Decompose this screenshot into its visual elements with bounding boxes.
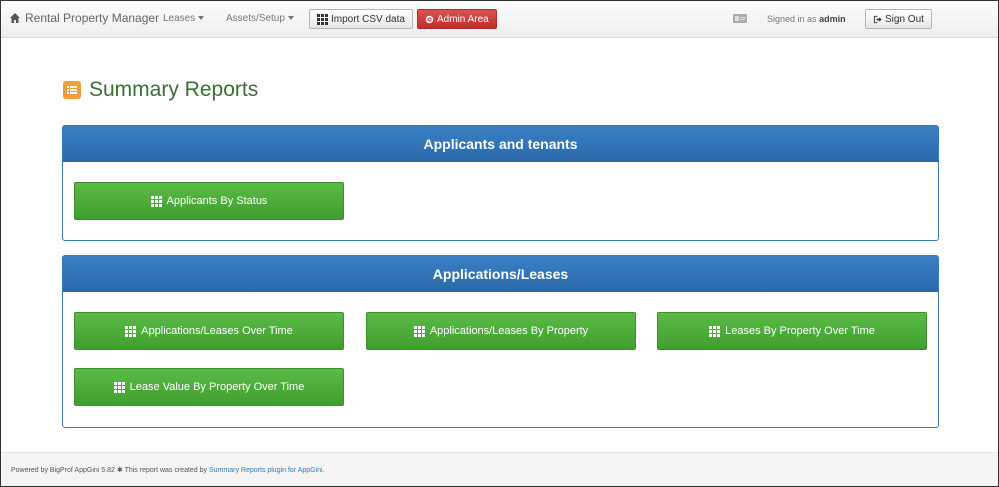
username: admin <box>819 14 846 24</box>
report-button-applications-leases-over-time[interactable]: Applications/Leases Over Time <box>74 312 344 350</box>
page-title-text: Summary Reports <box>89 78 259 101</box>
grid-icon <box>113 381 125 393</box>
plugin-link[interactable]: Summary Reports plugin for AppGini. <box>209 467 325 474</box>
menu-assets-label: Assets/Setup <box>226 13 285 24</box>
top-navbar: Rental Property Manager Leases Assets/Se… <box>1 1 998 38</box>
signed-in-text: Signed in as admin <box>767 14 846 24</box>
menu-assets-setup[interactable]: Assets/Setup <box>226 13 294 24</box>
report-button-label: Applications/Leases By Property <box>429 325 589 337</box>
report-button-leases-by-property-over-time[interactable]: Leases By Property Over Time <box>657 312 927 350</box>
report-button-label: Applicants By Status <box>166 195 268 207</box>
report-button-lease-value-by-property-over-time[interactable]: Lease Value By Property Over Time <box>74 368 344 406</box>
list-icon <box>63 81 81 99</box>
asterisk-icon: ✱ <box>116 467 123 474</box>
report-button-label: Lease Value By Property Over Time <box>129 381 305 393</box>
grid-icon <box>317 13 328 25</box>
panel-heading: Applicants and tenants <box>63 126 938 162</box>
chevron-down-icon <box>198 16 205 21</box>
admin-area-label: Admin Area <box>437 13 489 25</box>
report-button-label: Applications/Leases Over Time <box>141 325 293 337</box>
grid-icon <box>413 325 425 337</box>
report-button-label: Leases By Property Over Time <box>725 325 875 337</box>
footer-powered: Powered by BigProf AppGini 5.82 <box>11 467 115 474</box>
home-icon <box>10 13 20 23</box>
report-button-applications-leases-by-property[interactable]: Applications/Leases By Property <box>366 312 636 350</box>
menu-leases-label: Leases <box>163 13 196 24</box>
admin-area-button[interactable]: Admin Area <box>417 9 497 29</box>
menu-leases[interactable]: Leases <box>163 13 205 24</box>
sign-out-button[interactable]: Sign Out <box>865 9 932 29</box>
brand-label: Rental Property Manager <box>25 11 160 25</box>
grid-icon <box>709 325 721 337</box>
panel-applicants-and-tenants: Applicants and tenants Applicants By Sta… <box>62 125 939 241</box>
brand-link[interactable]: Rental Property Manager <box>9 11 159 25</box>
report-button-applicants-by-status[interactable]: Applicants By Status <box>74 182 344 220</box>
signed-in-prefix: Signed in as <box>767 14 817 24</box>
panel-heading: Applications/Leases <box>63 256 938 292</box>
user-card-icon <box>733 14 747 23</box>
import-csv-button[interactable]: Import CSV data <box>309 9 413 29</box>
panel-applications-leases: Applications/Leases Applications/Leases … <box>62 255 939 428</box>
page-title: Summary Reports <box>63 78 258 102</box>
grid-icon <box>125 325 137 337</box>
chevron-down-icon <box>287 16 294 21</box>
sign-out-icon <box>873 15 882 23</box>
grid-icon <box>150 195 162 207</box>
footer-report-text: This report was created by <box>124 467 208 474</box>
footer: Powered by BigProf AppGini 5.82 ✱ This r… <box>1 452 998 486</box>
gear-icon <box>425 15 434 23</box>
sign-out-label: Sign Out <box>885 13 924 25</box>
import-csv-label: Import CSV data <box>331 13 405 25</box>
